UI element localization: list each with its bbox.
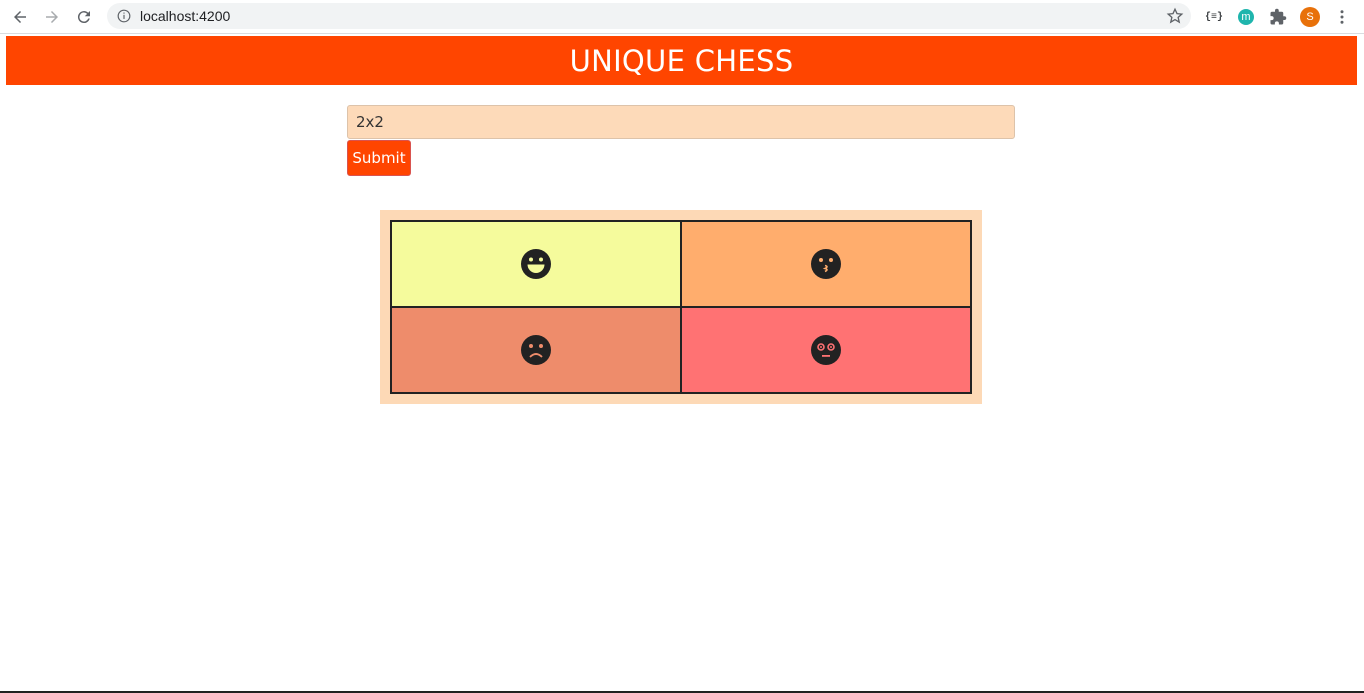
board-cell[interactable] [681,307,971,393]
json-extension-icon: {≡} [1204,11,1223,23]
kissing-face-icon [811,249,841,279]
m-extension-icon: m [1238,9,1254,25]
submit-button[interactable]: Submit [347,140,411,176]
puzzle-icon [1270,8,1287,25]
avatar: S [1300,7,1320,27]
chess-board [390,220,972,394]
extensions-button[interactable] [1266,5,1290,29]
board-cell[interactable] [681,221,971,307]
forward-arrow-icon [46,11,58,23]
dizzy-face-icon [811,335,841,365]
board-container [380,210,982,404]
app-header: UNIQUE CHESS [6,36,1357,85]
board-cell[interactable] [391,221,681,307]
profile-button[interactable]: S [1298,5,1322,29]
frowning-face-icon [521,335,551,365]
forward-button[interactable] [40,5,64,29]
back-button[interactable] [8,5,32,29]
grinning-face-icon [521,249,551,279]
bookmark-star-icon[interactable] [1166,7,1184,25]
address-bar[interactable]: localhost:4200 [107,3,1191,29]
menu-button[interactable] [1330,5,1354,29]
reload-icon [77,11,90,24]
more-vert-icon [1340,10,1344,24]
browser-toolbar: localhost:4200 {≡} m S [0,0,1364,34]
back-arrow-icon [14,11,26,23]
info-icon[interactable] [117,9,131,23]
page-title: UNIQUE CHESS [569,43,794,78]
url-text: localhost:4200 [140,8,231,24]
board-size-input[interactable] [347,105,1015,139]
reload-button[interactable] [72,5,96,29]
json-extension-button[interactable]: {≡} [1202,5,1226,29]
m-extension-button[interactable]: m [1234,5,1258,29]
board-cell[interactable] [391,307,681,393]
